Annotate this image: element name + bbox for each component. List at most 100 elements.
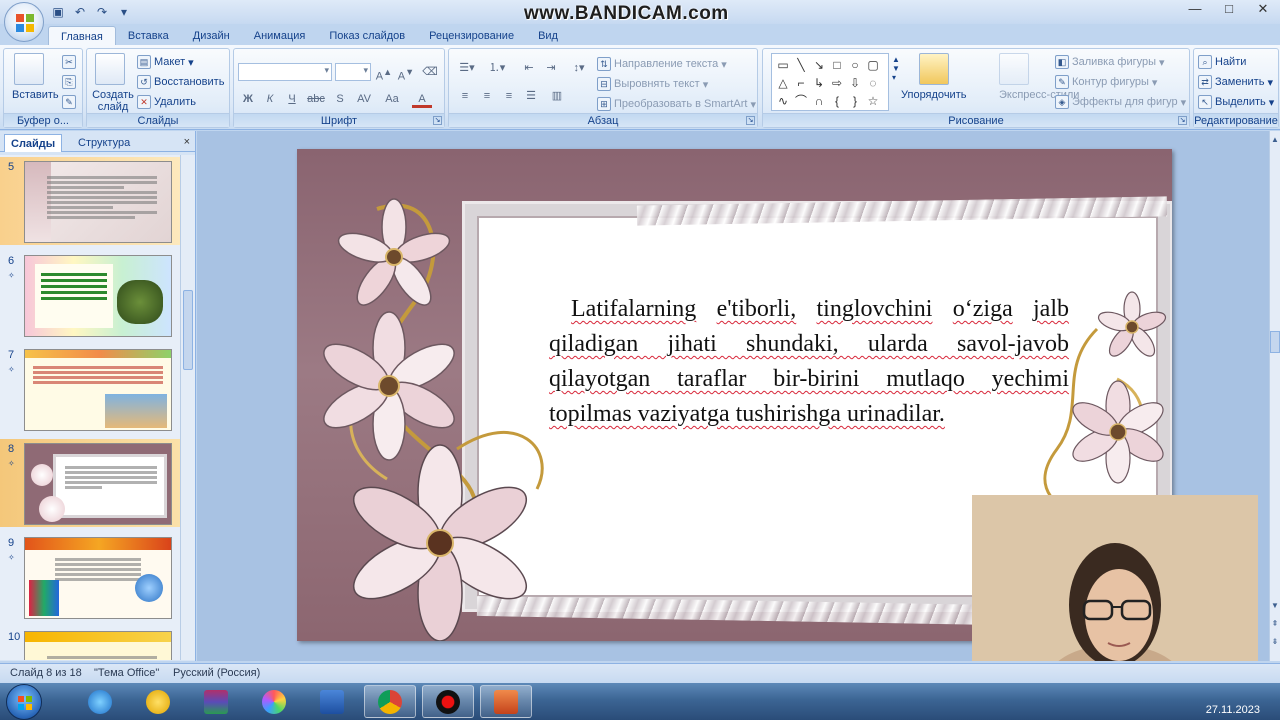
scroll-up-icon[interactable]: ▲ — [1270, 135, 1280, 144]
shape-star-icon[interactable]: ☆ — [864, 92, 882, 110]
shape-curve-icon[interactable]: ∿ — [774, 92, 792, 110]
panel-scrollbar[interactable] — [180, 155, 195, 660]
shape-arrow-line-icon[interactable]: ↘ — [810, 56, 828, 74]
shape-rounded-rect-icon[interactable]: ▢ — [864, 56, 882, 74]
shapes-more-icon[interactable]: ▲ ▼ ▾ — [891, 55, 901, 82]
taskbar-photos[interactable] — [248, 685, 300, 718]
slide-body-text[interactable]: Latifalarning e'tiborli, tinglovchini o‘… — [549, 292, 1069, 432]
shape-callout-icon[interactable]: ◌ — [864, 74, 882, 92]
shapes-gallery[interactable]: ▭ ╲ ↘ □ ○ ▢ △ ⌐ ↳ ⇨ ⇩ ◌ ∿ ⌒ ∩ { } ☆ — [771, 53, 889, 111]
new-slide-button[interactable]: Создать слайд — [91, 89, 135, 113]
shape-right-arrow-icon[interactable]: ⇨ — [828, 74, 846, 92]
shape-line-icon[interactable]: ╲ — [792, 56, 810, 74]
tab-insert[interactable]: Вставка — [116, 26, 181, 46]
italic-button[interactable]: К — [260, 90, 280, 108]
shape-triangle-icon[interactable]: △ — [774, 74, 792, 92]
new-slide-icon[interactable] — [95, 53, 125, 85]
shape-elbow-icon[interactable]: ⌐ — [792, 74, 810, 92]
paste-button[interactable]: Вставить — [12, 89, 59, 101]
shape-down-arrow-icon[interactable]: ⇩ — [846, 74, 864, 92]
shape-fill-button[interactable]: ◧ Заливка фигуры ▾ — [1055, 55, 1165, 69]
slide-thumbnail[interactable]: 9 ✧ — [0, 533, 180, 621]
shape-brace-right-icon[interactable]: } — [846, 92, 864, 110]
bullets-icon[interactable]: ☰▾ — [453, 59, 481, 77]
tab-animation[interactable]: Анимация — [242, 26, 318, 46]
align-text-button[interactable]: ⊟ Выровнять текст ▾ — [597, 77, 708, 91]
paragraph-dialog-launcher-icon[interactable]: ↘ — [746, 116, 755, 125]
scroll-down-icon[interactable]: ▼ — [1270, 601, 1280, 610]
numbering-icon[interactable]: ⒈▾ — [483, 59, 511, 77]
clear-format-icon[interactable]: ⌫ — [420, 63, 440, 81]
taskbar-word[interactable] — [306, 685, 358, 718]
slide-thumbnail[interactable]: 7 ✧ — [0, 345, 180, 433]
close-button[interactable]: ✕ — [1246, 0, 1280, 20]
tab-review[interactable]: Рецензирование — [417, 26, 526, 46]
office-button[interactable] — [4, 2, 44, 42]
minimize-button[interactable]: — — [1178, 0, 1212, 20]
maximize-button[interactable]: □ — [1212, 0, 1246, 20]
undo-icon[interactable]: ↶ — [72, 4, 88, 20]
tab-view[interactable]: Вид — [526, 26, 570, 46]
font-color-button[interactable]: A — [412, 90, 432, 108]
increase-indent-icon[interactable]: ⇥ — [541, 59, 561, 77]
underline-button[interactable]: Ч — [282, 90, 302, 108]
taskbar-internet-explorer[interactable] — [74, 685, 126, 718]
find-button[interactable]: ⌕ Найти — [1198, 55, 1246, 69]
shrink-font-icon[interactable]: A▼ — [396, 63, 416, 83]
tab-home[interactable]: Главная — [48, 26, 116, 46]
align-left-icon[interactable]: ≡ — [455, 87, 475, 105]
paste-icon[interactable] — [14, 53, 44, 85]
prev-slide-icon[interactable]: ⇞ — [1270, 619, 1280, 628]
shape-brace-left-icon[interactable]: { — [828, 92, 846, 110]
taskbar-chrome[interactable] — [364, 685, 416, 718]
start-button[interactable] — [6, 684, 42, 720]
change-case-button[interactable]: Aa — [380, 90, 404, 108]
slide-thumbnail-selected[interactable]: 8 ✧ — [0, 439, 180, 527]
shadow-button[interactable]: S — [330, 90, 350, 108]
replace-button[interactable]: ⇄ Заменить ▾ — [1198, 75, 1273, 89]
shape-arc-icon[interactable]: ⌒ — [792, 92, 810, 110]
shape-oval-icon[interactable]: ○ — [846, 56, 864, 74]
panel-scroll-thumb[interactable] — [183, 290, 193, 370]
bold-button[interactable]: Ж — [238, 90, 258, 108]
arrange-button[interactable]: Упорядочить — [901, 89, 966, 101]
delete-slide-button[interactable]: ✕ Удалить — [137, 95, 196, 109]
slide-thumbnail[interactable]: 10 — [0, 627, 180, 660]
char-spacing-button[interactable]: AV — [352, 90, 376, 108]
shape-effects-button[interactable]: ◈ Эффекты для фигур ▾ — [1055, 95, 1186, 109]
taskbar-bandicam[interactable] — [422, 685, 474, 718]
slide-thumbnail[interactable]: 5 — [0, 157, 180, 245]
taskbar-app-triangle[interactable] — [132, 685, 184, 718]
select-button[interactable]: ↖ Выделить ▾ — [1198, 95, 1274, 109]
shape-freeform-icon[interactable]: ∩ — [810, 92, 828, 110]
shape-rectangle-icon[interactable]: □ — [828, 56, 846, 74]
format-painter-icon[interactable]: ✎ — [62, 95, 76, 109]
decrease-indent-icon[interactable]: ⇤ — [519, 59, 539, 77]
shape-outline-button[interactable]: ✎ Контур фигуры ▾ — [1055, 75, 1157, 89]
taskbar-archiver[interactable] — [190, 685, 242, 718]
shape-elbow-arrow-icon[interactable]: ↳ — [810, 74, 828, 92]
reset-button[interactable]: ↺ Восстановить — [137, 75, 224, 89]
layout-button[interactable]: ▤ Макет ▾ — [137, 55, 194, 69]
text-direction-button[interactable]: ⇅ Направление текста ▾ — [597, 57, 727, 71]
font-size-combo[interactable] — [335, 63, 371, 81]
shape-textbox-icon[interactable]: ▭ — [774, 56, 792, 74]
convert-smartart-button[interactable]: ⊞ Преобразовать в SmartArt ▾ — [597, 97, 756, 111]
language-indicator[interactable]: Русский (Россия) — [173, 667, 260, 679]
strikethrough-button[interactable]: abc — [304, 90, 328, 108]
font-dialog-launcher-icon[interactable]: ↘ — [433, 116, 442, 125]
arrange-icon[interactable] — [919, 53, 949, 85]
align-center-icon[interactable]: ≡ — [477, 87, 497, 105]
tab-outline[interactable]: Структура — [72, 134, 136, 152]
cut-icon[interactable]: ✂ — [62, 55, 76, 69]
line-spacing-icon[interactable]: ↕▾ — [565, 59, 593, 77]
columns-icon[interactable]: ▥ — [547, 87, 567, 105]
slide-thumbnail[interactable]: 6 ✧ — [0, 251, 180, 339]
copy-icon[interactable]: ⎘ — [62, 75, 76, 89]
taskbar-powerpoint[interactable] — [480, 685, 532, 718]
panel-close-icon[interactable]: × — [184, 136, 190, 148]
save-icon[interactable]: ▣ — [50, 4, 66, 20]
next-slide-icon[interactable]: ⇟ — [1270, 637, 1280, 646]
tab-design[interactable]: Дизайн — [181, 26, 242, 46]
align-right-icon[interactable]: ≡ — [499, 87, 519, 105]
